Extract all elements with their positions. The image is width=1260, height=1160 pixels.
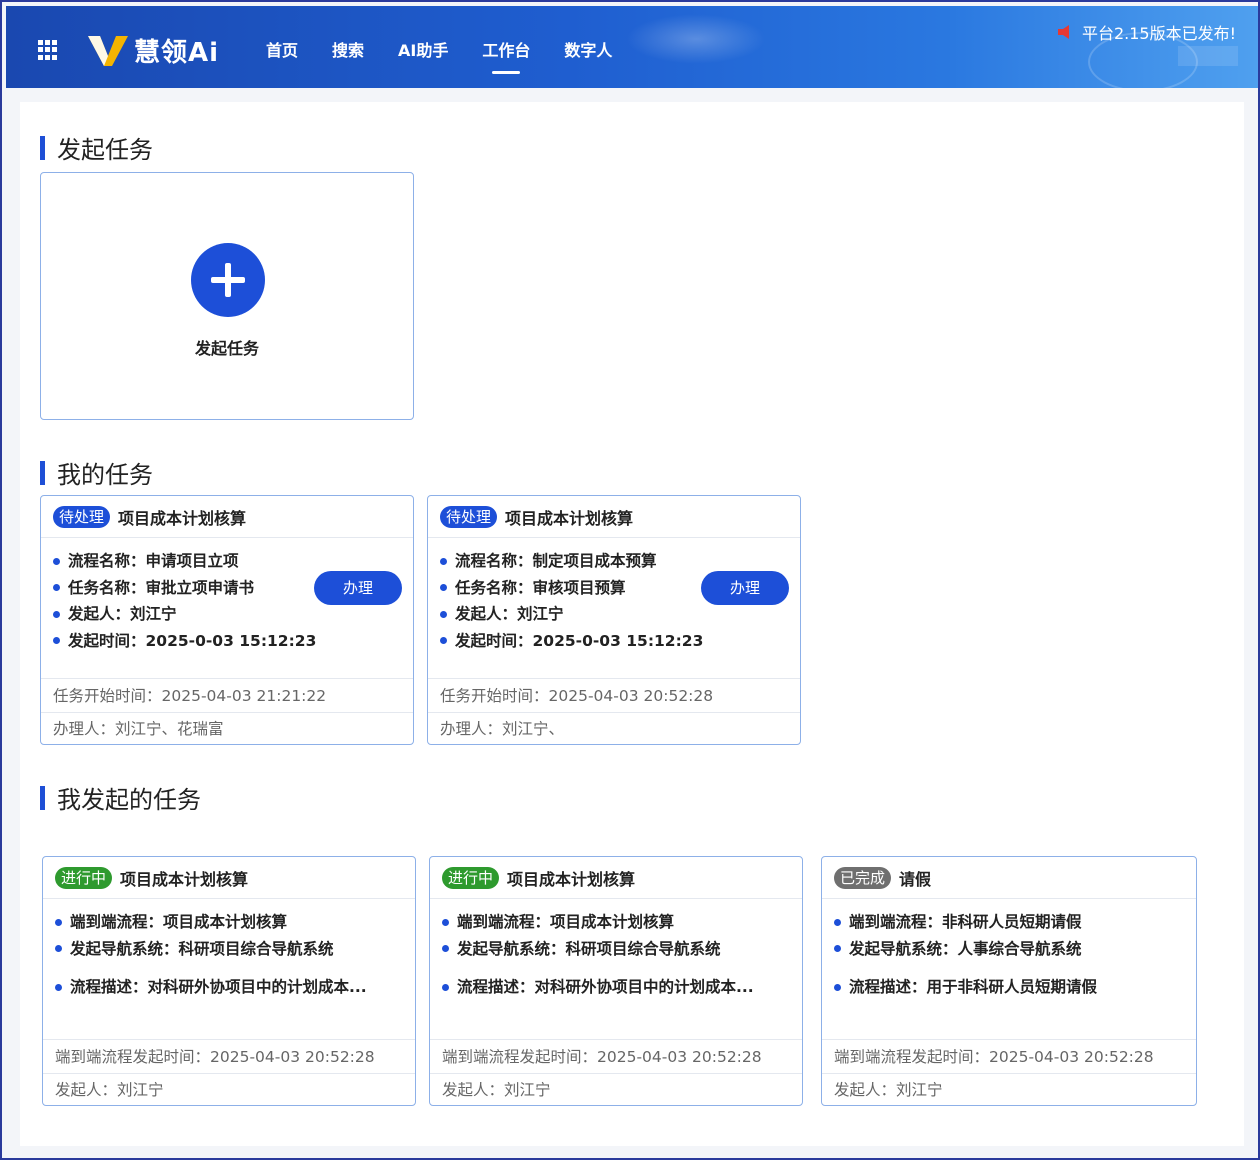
- app-frame: 慧领Ai 首页 搜索 AI助手 工作台 数字人 平台2.15版本已发布! 发起任…: [0, 0, 1260, 1160]
- bullet-icon: [834, 918, 841, 926]
- info-row: 发起时间：2025-0-03 15:12:23: [53, 628, 413, 655]
- header-decoration-bar: [1178, 46, 1238, 66]
- section-my-tasks-title: 我的任务: [57, 461, 153, 489]
- my-task-card[interactable]: 待处理 项目成本计划核算 流程名称：申请项目立项 任务名称：审批立项申请书 发起…: [40, 495, 414, 745]
- card-body: 端到端流程：项目成本计划核算 发起导航系统：科研项目综合导航系统 流程描述：对科…: [430, 899, 802, 1001]
- release-notice-text: 平台2.15版本已发布!: [1081, 24, 1236, 43]
- initiated-task-card[interactable]: 进行中 项目成本计划核算 端到端流程：项目成本计划核算 发起导航系统：科研项目综…: [429, 856, 803, 1106]
- section-start-task-title: 发起任务: [57, 136, 153, 164]
- start-task-label: 发起任务: [194, 339, 259, 358]
- initiator: 发起人：刘江宁: [430, 1073, 802, 1105]
- section-initiated-tasks: 我发起的任务: [40, 780, 201, 815]
- bullet-icon: [442, 945, 449, 953]
- card-title: 项目成本计划核算: [505, 508, 634, 528]
- task-start-time: 任务开始时间：2025-04-03 20:52:28: [428, 678, 800, 712]
- initiated-task-card[interactable]: 进行中 项目成本计划核算 端到端流程：项目成本计划核算 发起导航系统：科研项目综…: [42, 856, 416, 1106]
- section-marker: [40, 135, 45, 160]
- section-initiated-tasks-title: 我发起的任务: [57, 786, 201, 814]
- card-body: 流程名称：申请项目立项 任务名称：审批立项申请书 发起人：刘江宁 发起时间：20…: [41, 538, 413, 654]
- handle-button[interactable]: 办理: [701, 571, 789, 605]
- nav-home[interactable]: 首页: [266, 40, 298, 68]
- brand-name: 慧领Ai: [134, 37, 220, 68]
- task-start-time: 任务开始时间：2025-04-03 21:21:22: [41, 678, 413, 712]
- nav-digital-human[interactable]: 数字人: [564, 40, 612, 68]
- initiator: 发起人：刘江宁: [43, 1073, 415, 1105]
- card-body: 流程名称：制定项目成本预算 任务名称：审核项目预算 发起人：刘江宁 发起时间：2…: [428, 538, 800, 654]
- handle-button[interactable]: 办理: [314, 571, 402, 605]
- bullet-icon: [440, 557, 447, 565]
- bullet-icon: [55, 983, 62, 991]
- info-row: 端到端流程：项目成本计划核算: [442, 909, 802, 936]
- task-handler: 办理人：刘江宁、花瑞富: [41, 712, 413, 744]
- section-start-task: 发起任务: [40, 130, 153, 165]
- card-header: 待处理 项目成本计划核算: [41, 496, 413, 538]
- card-title: 请假: [899, 869, 932, 889]
- info-row: 发起导航系统：科研项目综合导航系统: [55, 936, 415, 963]
- speaker-icon: [1057, 25, 1069, 39]
- status-badge: 进行中: [442, 866, 500, 889]
- nav-workbench[interactable]: 工作台: [482, 40, 530, 68]
- card-header: 已完成 请假: [822, 857, 1196, 899]
- bullet-icon: [834, 983, 841, 991]
- nav-ai-assistant[interactable]: AI助手: [398, 40, 448, 68]
- card-title: 项目成本计划核算: [120, 869, 249, 889]
- top-header: 慧领Ai 首页 搜索 AI助手 工作台 数字人 平台2.15版本已发布!: [6, 6, 1258, 88]
- card-title: 项目成本计划核算: [118, 508, 247, 528]
- card-header: 进行中 项目成本计划核算: [430, 857, 802, 899]
- nav-search[interactable]: 搜索: [332, 40, 364, 68]
- section-my-tasks: 我的任务: [40, 455, 153, 490]
- bullet-icon: [440, 637, 447, 645]
- section-marker: [40, 785, 45, 810]
- logo-v-icon: [88, 36, 128, 66]
- card-header: 进行中 项目成本计划核算: [43, 857, 415, 899]
- start-task-card[interactable]: 发起任务: [40, 172, 414, 420]
- card-body: 端到端流程：非科研人员短期请假 发起导航系统：人事综合导航系统 流程描述：用于非…: [822, 899, 1196, 1001]
- flow-start-time: 端到端流程发起时间：2025-04-03 20:52:28: [43, 1039, 415, 1073]
- flow-start-time: 端到端流程发起时间：2025-04-03 20:52:28: [430, 1039, 802, 1073]
- bullet-icon: [440, 610, 447, 618]
- info-row: 发起导航系统：人事综合导航系统: [834, 936, 1196, 963]
- my-task-card[interactable]: 待处理 项目成本计划核算 流程名称：制定项目成本预算 任务名称：审核项目预算 发…: [427, 495, 801, 745]
- bullet-icon: [55, 918, 62, 926]
- task-handler: 办理人：刘江宁、: [428, 712, 800, 744]
- bullet-icon: [53, 637, 60, 645]
- bullet-icon: [53, 557, 60, 565]
- initiated-task-card[interactable]: 已完成 请假 端到端流程：非科研人员短期请假 发起导航系统：人事综合导航系统 流…: [821, 856, 1197, 1106]
- info-row: 端到端流程：项目成本计划核算: [55, 909, 415, 936]
- info-row: 流程描述：对科研外协项目中的计划成本...: [55, 974, 415, 1001]
- main-nav: 首页 搜索 AI助手 工作台 数字人: [266, 40, 646, 68]
- section-marker: [40, 460, 45, 485]
- status-badge: 进行中: [55, 866, 113, 889]
- card-title: 项目成本计划核算: [507, 869, 636, 889]
- release-notice[interactable]: 平台2.15版本已发布!: [1057, 20, 1236, 44]
- bullet-icon: [440, 584, 447, 592]
- apps-grid-icon[interactable]: [38, 40, 58, 60]
- info-row: 发起时间：2025-0-03 15:12:23: [440, 628, 800, 655]
- status-badge: 已完成: [834, 866, 892, 889]
- bullet-icon: [442, 918, 449, 926]
- card-header: 待处理 项目成本计划核算: [428, 496, 800, 538]
- bullet-icon: [53, 584, 60, 592]
- bullet-icon: [834, 945, 841, 953]
- info-row: 发起导航系统：科研项目综合导航系统: [442, 936, 802, 963]
- status-badge: 待处理: [53, 505, 111, 528]
- initiator: 发起人：刘江宁: [822, 1073, 1196, 1105]
- bullet-icon: [55, 945, 62, 953]
- flow-start-time: 端到端流程发起时间：2025-04-03 20:52:28: [822, 1039, 1196, 1073]
- status-badge: 待处理: [440, 505, 498, 528]
- header-decoration: [626, 14, 766, 64]
- info-row: 流程描述：用于非科研人员短期请假: [834, 974, 1196, 1001]
- info-row: 流程描述：对科研外协项目中的计划成本...: [442, 974, 802, 1001]
- info-row: 端到端流程：非科研人员短期请假: [834, 909, 1196, 936]
- bullet-icon: [442, 983, 449, 991]
- bullet-icon: [53, 610, 60, 618]
- plus-icon[interactable]: [191, 243, 265, 317]
- brand-logo[interactable]: 慧领Ai: [86, 30, 219, 70]
- card-body: 端到端流程：项目成本计划核算 发起导航系统：科研项目综合导航系统 流程描述：对科…: [43, 899, 415, 1001]
